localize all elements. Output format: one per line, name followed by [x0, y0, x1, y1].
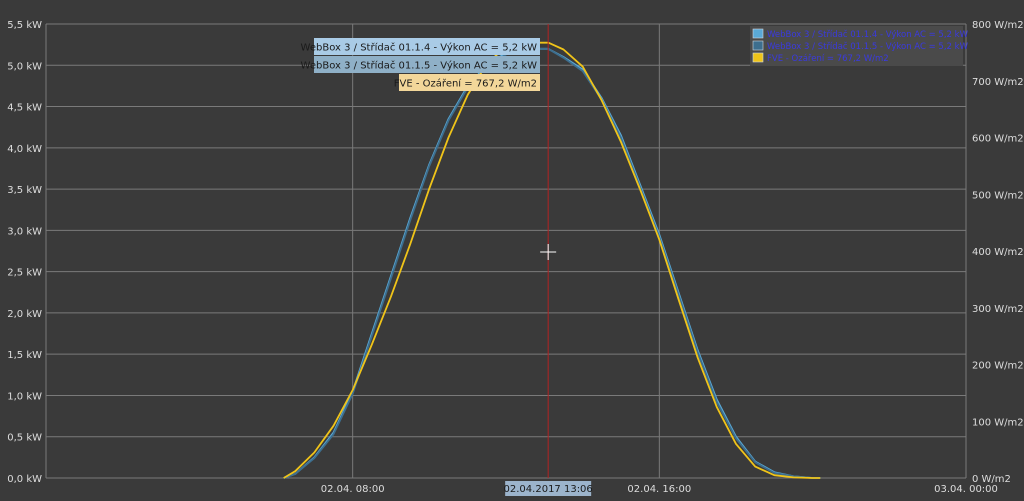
series-line-3: [283, 41, 821, 479]
legend-label: WebBox 3 / Střídač 01.1.4 - Výkon AC = 5…: [767, 29, 969, 40]
left-tick-label: 5,5 kW: [7, 20, 42, 31]
left-tick-label: 0,5 kW: [7, 433, 42, 444]
cursor-time-label: 02.04.2017 13:06: [504, 484, 593, 495]
right-y-axis: 0 W/m2100 W/m2200 W/m2300 W/m2400 W/m250…: [972, 20, 1024, 485]
left-tick-label: 1,5 kW: [7, 350, 42, 361]
series-line-2: [283, 47, 821, 479]
tooltip-text: WebBox 3 / Střídač 01.1.5 - Výkon AC = 5…: [301, 60, 538, 72]
x-tick-label: 02.04. 08:00: [321, 484, 385, 495]
left-tick-label: 5,0 kW: [7, 61, 42, 72]
right-tick-label: 200 W/m2: [972, 361, 1024, 372]
right-tick-label: 600 W/m2: [972, 134, 1024, 145]
legend-swatch: [752, 40, 764, 51]
legend[interactable]: WebBox 3 / Střídač 01.1.4 - Výkon AC = 5…: [750, 26, 969, 66]
legend-label: WebBox 3 / Střídač 01.1.5 - Výkon AC = 5…: [767, 41, 969, 52]
left-tick-label: 3,0 kW: [7, 226, 42, 237]
x-axis: 02.04. 08:00 02.04. 16:00 03.04. 00:00: [321, 484, 998, 495]
left-y-axis: 0,0 kW 0,5 kW 1,0 kW 1,5 kW 2,0 kW 2,5 kW 3,0 …: [7, 20, 42, 485]
right-tick-label: 500 W/m2: [972, 190, 1024, 201]
series-line-1: [283, 47, 821, 479]
legend-label: FVE - Ozáření = 767,2 W/m2: [767, 54, 889, 64]
tooltips: WebBox 3 / Střídač 01.1.4 - Výkon AC = 5…: [301, 38, 540, 91]
right-tick-label: 100 W/m2: [972, 417, 1024, 428]
legend-swatch: [752, 52, 764, 63]
tooltip-text: FVE - Ozáření = 767,2 W/m2: [394, 78, 537, 90]
right-tick-label: 800 W/m2: [972, 20, 1024, 31]
grid: [45, 23, 967, 479]
left-tick-label: 4,0 kW: [7, 144, 42, 155]
left-tick-label: 3,5 kW: [7, 185, 42, 196]
left-tick-label: 2,0 kW: [7, 309, 42, 320]
power-irradiance-chart[interactable]: 0,0 kW 0,5 kW 1,0 kW 1,5 kW 2,0 kW 2,5 kW 3,0 …: [0, 0, 1024, 501]
left-tick-label: 0,0 kW: [7, 474, 42, 485]
right-tick-label: 400 W/m2: [972, 247, 1024, 258]
x-tick-label: 02.04. 16:00: [627, 484, 691, 495]
x-tick-label: 03.04. 00:00: [934, 484, 998, 495]
tooltip-text: WebBox 3 / Střídač 01.1.4 - Výkon AC = 5…: [301, 42, 538, 54]
right-tick-label: 700 W/m2: [972, 77, 1024, 88]
cursor: 02.04.2017 13:06: [504, 24, 593, 496]
series-lines: [283, 41, 821, 479]
legend-swatch: [752, 28, 764, 39]
left-tick-label: 1,0 kW: [7, 391, 42, 402]
left-tick-label: 2,5 kW: [7, 268, 42, 279]
right-tick-label: 300 W/m2: [972, 304, 1024, 315]
left-tick-label: 4,5 kW: [7, 103, 42, 114]
